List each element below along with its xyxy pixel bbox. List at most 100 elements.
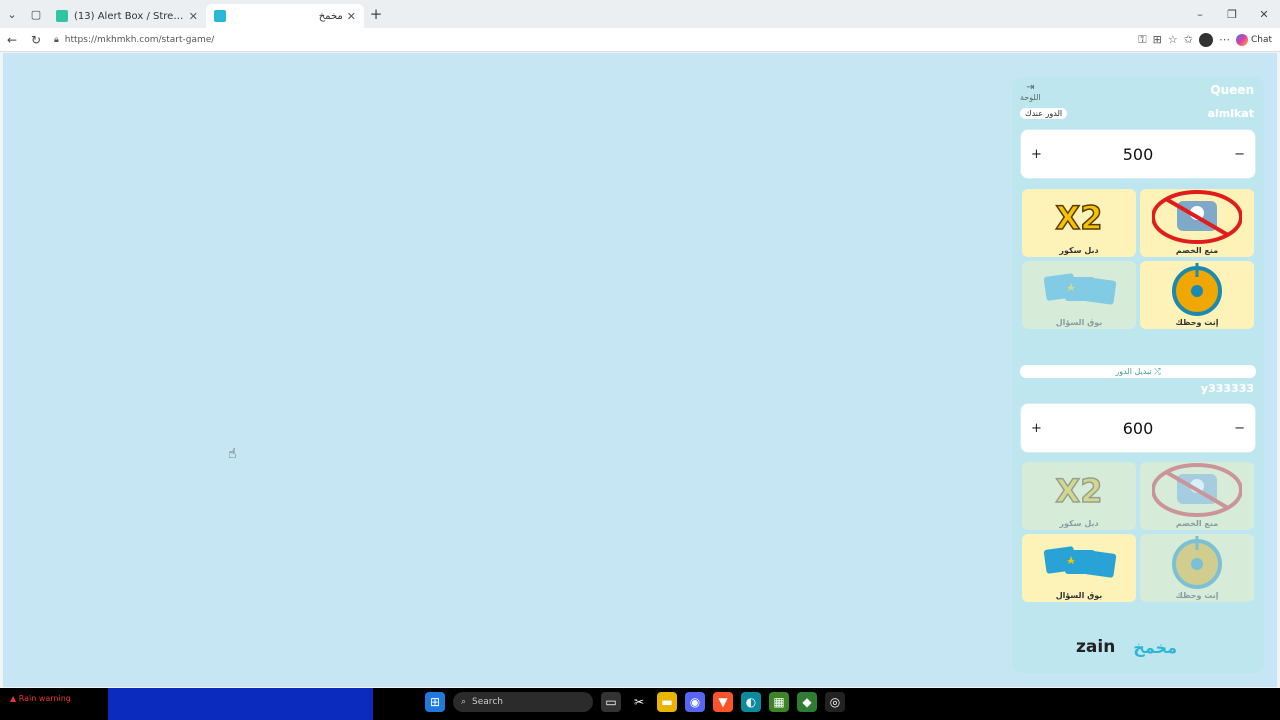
exit-icon: ⇥ — [1026, 82, 1035, 93]
card-label: منع الخصم — [1175, 246, 1219, 255]
close-tab-icon[interactable]: ✕ — [347, 10, 356, 23]
warning-icon: ▲ — [10, 694, 17, 703]
url-text: https://mkhmkh.com/start-game/ — [64, 34, 215, 45]
app-cube-icon[interactable]: ◆ — [797, 692, 817, 712]
swap-label: تبديل الدور — [1115, 367, 1152, 376]
card-label: منع الخصم — [1175, 519, 1219, 528]
team2-luck-wheel-card[interactable]: إنت وحظك — [1140, 534, 1254, 602]
team2-double-score-card[interactable]: X2 دبل سكور — [1022, 462, 1136, 530]
video-overlay — [108, 688, 373, 720]
sponsor-logos: zain مخمخ — [1076, 637, 1177, 657]
cards-icon — [1022, 261, 1136, 317]
plus-button[interactable]: + — [1031, 147, 1042, 162]
weather-text: Rain warning — [18, 694, 71, 703]
windows-taskbar: ▲ Rain warning ⊞ ⌕ Search ▭ ✂ ▬ ◉ ▼ ◐ ▦ … — [0, 688, 1280, 720]
tab-mkhmkh[interactable]: مخمخ ✕ — [206, 4, 364, 28]
shuffle-icon: ⤮ — [1154, 367, 1161, 376]
minus-button[interactable]: − — [1234, 421, 1245, 436]
taskbar-search[interactable]: ⌕ Search — [453, 692, 593, 712]
tab-menu-icon[interactable]: ⌄ — [0, 0, 24, 28]
brave-icon[interactable]: ▼ — [713, 692, 733, 712]
team1-score-value: 500 — [1122, 144, 1154, 164]
browser-toolbar: ← ↻ 🔒︎ https://mkhmkh.com/start-game/ ⚿ … — [0, 28, 1280, 52]
copilot-chat-button[interactable]: Chat — [1235, 33, 1272, 46]
tab-streamlabs[interactable]: (13) Alert Box / Streamlabs ✕ — [48, 4, 206, 28]
turn-badge: الدور عندك — [1020, 108, 1068, 119]
team1-name: Queen — [1210, 83, 1254, 97]
workspaces-icon[interactable]: ▢ — [24, 0, 48, 28]
card-label: إنت وحظك — [1175, 591, 1219, 600]
address-bar[interactable]: 🔒︎ https://mkhmkh.com/start-game/ — [54, 35, 1138, 45]
exit-board-button[interactable]: ⇥ اللوحة — [1020, 82, 1041, 102]
swap-turn-button[interactable]: تبديل الدور ⤮ — [1020, 365, 1256, 378]
mkhmkh-logo: مخمخ — [1133, 637, 1177, 657]
key-icon[interactable]: ⚿ — [1138, 33, 1146, 47]
team1-question-card[interactable]: بوق السؤال — [1022, 261, 1136, 329]
exit-label: اللوحة — [1020, 93, 1041, 102]
team2-question-card[interactable]: بوق السؤال — [1022, 534, 1136, 602]
discord-icon[interactable]: ◉ — [685, 692, 705, 712]
teams-panel: ⇥ اللوحة Queen almlkat الدور عندك + 500 … — [1012, 77, 1264, 673]
zain-logo: zain — [1076, 637, 1116, 657]
close-tab-icon[interactable]: ✕ — [189, 10, 198, 23]
copilot-icon — [1235, 33, 1248, 46]
search-placeholder: Search — [472, 697, 503, 707]
plus-button[interactable]: + — [1031, 421, 1042, 436]
card-label: دبل سكور — [1059, 246, 1099, 255]
team1-luck-wheel-card[interactable]: إنت وحظك — [1140, 261, 1254, 329]
mkhmkh-favicon-icon — [214, 10, 226, 22]
file-explorer-icon[interactable]: ▬ — [657, 692, 677, 712]
cards-icon — [1022, 534, 1136, 590]
streamlabs-favicon-icon — [56, 10, 68, 22]
close-window-button[interactable]: ✕ — [1248, 0, 1280, 28]
chat-label: Chat — [1250, 34, 1272, 45]
capcut-icon[interactable]: ✂ — [629, 692, 649, 712]
team2-score-value: 600 — [1122, 418, 1154, 438]
lock-icon[interactable]: 🔒︎ — [54, 35, 59, 45]
taskbar-apps: ⊞ ⌕ Search ▭ ✂ ▬ ◉ ▼ ◐ ▦ ◆ ◎ — [425, 692, 845, 712]
card-label: إنت وحظك — [1175, 318, 1219, 327]
team1-score: + 500 − — [1020, 129, 1256, 179]
favorites-icon[interactable]: ✩ — [1184, 33, 1193, 46]
profile-avatar[interactable] — [1198, 32, 1213, 47]
tab-title: مخمخ — [318, 10, 343, 22]
team1-powerups: X2 دبل سكور منع الخصم بوق السؤال إنت وحظ… — [1022, 189, 1254, 329]
refresh-icon[interactable]: ↻ — [24, 33, 48, 47]
tab-title: (13) Alert Box / Streamlabs — [74, 10, 185, 22]
restore-button[interactable]: ❐ — [1216, 0, 1248, 28]
windows-start-icon[interactable]: ⊞ — [425, 692, 445, 712]
wheel-icon — [1140, 261, 1254, 317]
app-icon[interactable]: ⊞ — [1153, 33, 1162, 46]
no-entry-icon — [1140, 462, 1254, 518]
minecraft-icon[interactable]: ▦ — [769, 692, 789, 712]
back-arrow-icon[interactable]: ← — [0, 33, 24, 47]
card-label: بوق السؤال — [1055, 591, 1103, 600]
team1-player: almlkat — [1207, 107, 1254, 120]
card-label: دبل سكور — [1059, 519, 1099, 528]
edge-icon[interactable]: ◐ — [741, 692, 761, 712]
no-entry-icon — [1140, 189, 1254, 245]
card-label: بوق السؤال — [1055, 318, 1103, 327]
obs-icon[interactable]: ◎ — [825, 692, 845, 712]
minus-button[interactable]: − — [1234, 147, 1245, 162]
window-controls: – ❐ ✕ — [1184, 0, 1280, 28]
svg-text:X2: X2 — [1056, 472, 1103, 508]
x2-icon: X2 — [1022, 189, 1136, 245]
new-tab-button[interactable]: + — [364, 5, 388, 23]
team1-double-score-card[interactable]: X2 دبل سكور — [1022, 189, 1136, 257]
team2-name: y333333 — [1200, 382, 1254, 395]
weather-widget[interactable]: ▲ Rain warning — [10, 694, 71, 703]
search-icon: ⌕ — [461, 697, 467, 707]
team2-score: + 600 − — [1020, 403, 1256, 453]
minimize-button[interactable]: – — [1184, 0, 1216, 28]
x2-icon: X2 — [1022, 462, 1136, 518]
team2-powerups: X2 دبل سكور منع الخصم بوق السؤال إنت وحظ… — [1022, 462, 1254, 602]
team2-block-opponent-card[interactable]: منع الخصم — [1140, 462, 1254, 530]
wheel-icon — [1140, 534, 1254, 590]
task-view-icon[interactable]: ▭ — [601, 692, 621, 712]
more-menu-icon[interactable]: ⋯ — [1219, 33, 1230, 46]
favorite-star-icon[interactable]: ☆ — [1168, 33, 1178, 46]
hand-cursor-icon: ☝ — [228, 446, 237, 462]
tab-strip: ⌄ ▢ (13) Alert Box / Streamlabs ✕ مخمخ ✕… — [0, 0, 1280, 28]
team1-block-opponent-card[interactable]: منع الخصم — [1140, 189, 1254, 257]
